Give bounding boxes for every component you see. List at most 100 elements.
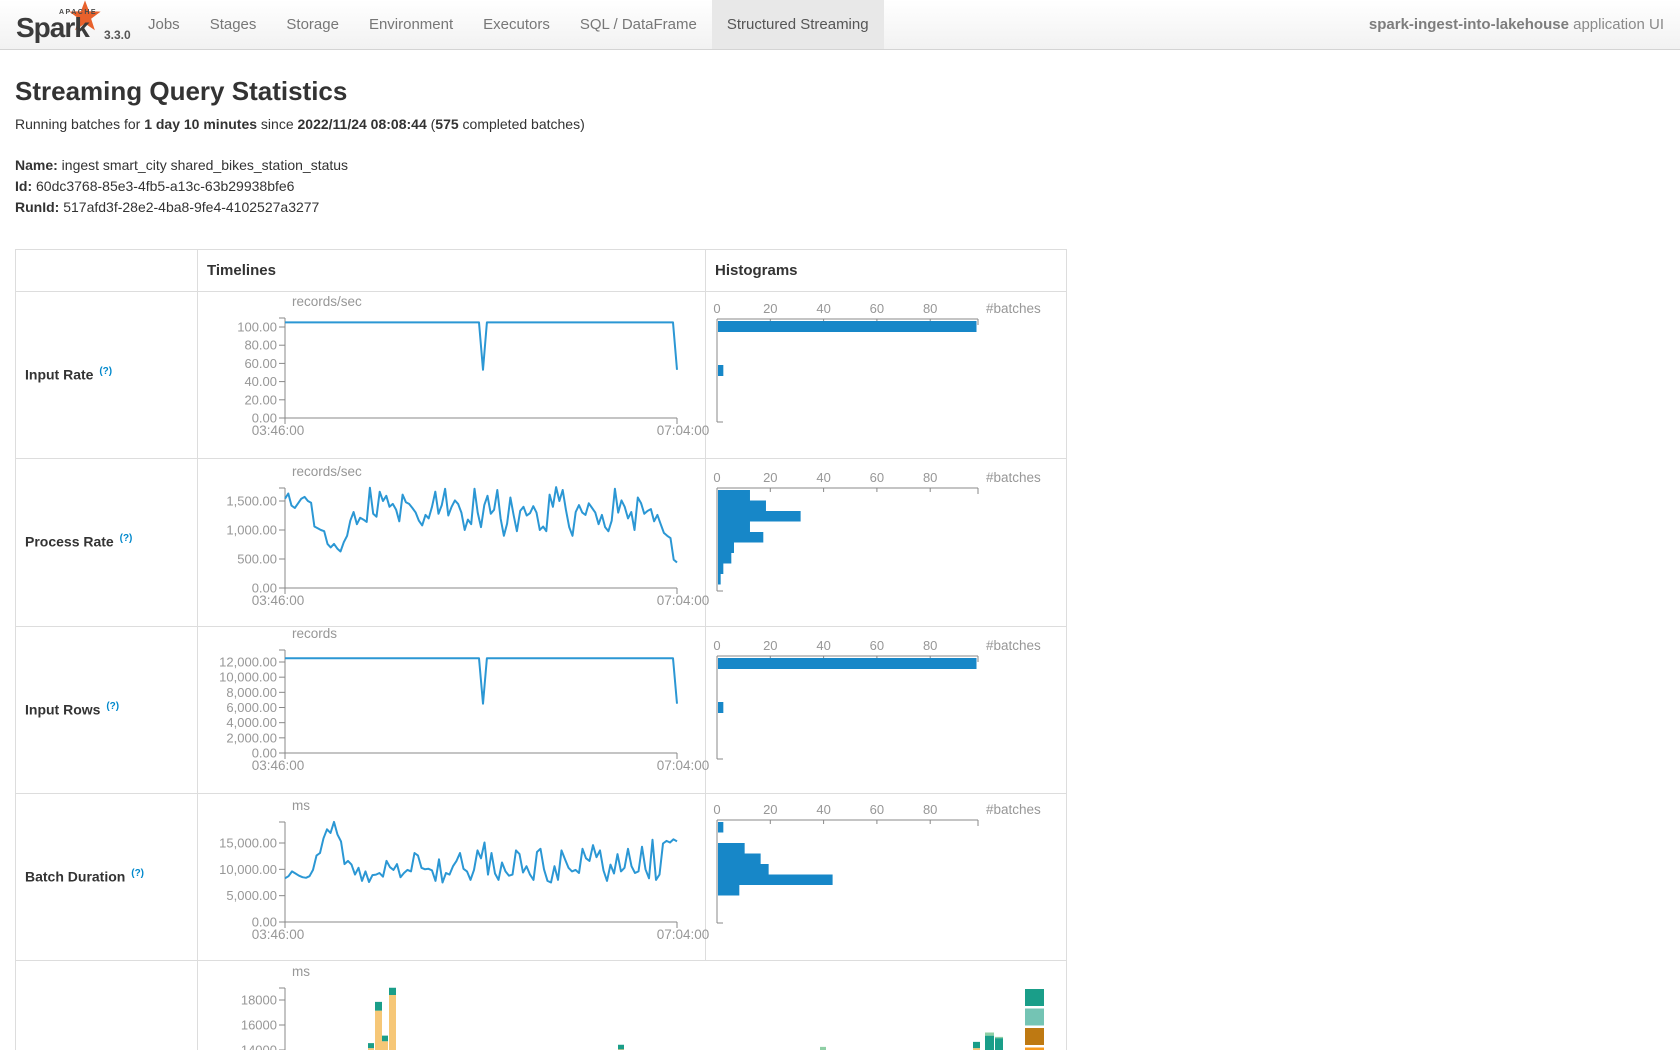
hist-x-tick-label: 80: [923, 638, 937, 653]
y-tick-label: 0.00: [252, 581, 277, 596]
row-label-input-rate: Input Rate (?): [25, 366, 112, 383]
table-border: [15, 249, 1066, 250]
row-label-text: Input Rate: [25, 366, 93, 382]
timeline-batch-duration: ms15,000.0010,000.005,000.000.0003:46:00…: [219, 798, 709, 942]
y-tick-label: 1,500.00: [226, 494, 277, 509]
running-batches-line: Running batches for 1 day 10 minutes sin…: [15, 116, 585, 132]
y-tick-label: 500.00: [237, 552, 277, 567]
tab-structured-streaming[interactable]: Structured Streaming: [712, 0, 884, 49]
help-link[interactable]: (?): [120, 533, 133, 544]
table-border: [15, 626, 1066, 627]
page-title: Streaming Query Statistics: [15, 76, 347, 107]
column-header-timelines: Timelines: [207, 262, 276, 279]
row-label-text: Batch Duration: [25, 868, 125, 884]
y-tick-label: 0.00: [252, 411, 277, 426]
hist-x-tick-label: 60: [870, 301, 884, 316]
y-tick-label: 1,000.00: [226, 523, 277, 538]
unit-label: ms: [292, 964, 310, 979]
tab-sql-dataframe[interactable]: SQL / DataFrame: [565, 0, 712, 49]
legend-swatch-2: [1025, 1028, 1044, 1045]
timeline-process-rate: records/sec1,500.001,000.00500.000.0003:…: [226, 464, 709, 608]
table-border: [197, 249, 198, 1050]
app-title: spark-ingest-into-lakehouse application …: [1369, 0, 1664, 49]
y-tick-label: 20.00: [244, 392, 277, 407]
running-prefix: Running batches for: [15, 116, 144, 132]
y-tick-label: 12,000.00: [219, 655, 277, 670]
field-value: ingest smart_city shared_bikes_station_s…: [58, 157, 348, 173]
x-tick-label: 07:04:00: [657, 593, 710, 608]
help-link[interactable]: (?): [131, 868, 144, 879]
running-since: since: [257, 116, 297, 132]
hist-x-tick-label: 60: [870, 802, 884, 817]
y-tick-label: 2,000.00: [226, 730, 277, 745]
field-id: Id: 60dc3768-85e3-4fb5-a13c-63b29938bfe6: [15, 176, 348, 197]
tab-stages[interactable]: Stages: [195, 0, 272, 49]
hist-x-tick-label: 40: [816, 638, 830, 653]
y-tick-label: 40.00: [244, 374, 277, 389]
hist-axis-label: #batches: [986, 802, 1041, 817]
histogram-batch-duration: 020406080#batches: [713, 802, 1041, 923]
tab-storage[interactable]: Storage: [271, 0, 354, 49]
field-name: Name: ingest smart_city shared_bikes_sta…: [15, 155, 348, 176]
field-value: 517afd3f-28e2-4ba8-9fe4-4102527a3277: [59, 199, 319, 215]
tab-environment[interactable]: Environment: [354, 0, 468, 49]
running-start-time: 2022/11/24 08:08:44: [298, 116, 427, 132]
row-label-text: Process Rate: [25, 534, 114, 550]
x-tick-label: 03:46:00: [252, 593, 305, 608]
hist-x-tick-label: 40: [816, 802, 830, 817]
hist-x-tick-label: 0: [713, 802, 720, 817]
hist-x-tick-label: 60: [870, 470, 884, 485]
running-paren-open: (: [427, 116, 436, 132]
y-tick-label: 100.00: [237, 320, 277, 335]
histogram-input-rate: 020406080#batches: [713, 301, 1041, 422]
histogram-input-rows: 020406080#batches: [713, 638, 1041, 759]
hist-axis-label: #batches: [986, 470, 1041, 485]
hist-axis-label: #batches: [986, 638, 1041, 653]
hist-x-tick-label: 0: [713, 470, 720, 485]
table-border: [15, 291, 1066, 292]
row-label-input-rows: Input Rows (?): [25, 701, 119, 718]
y-tick-label: 18000: [241, 993, 277, 1008]
table-border: [15, 458, 1066, 459]
hist-x-tick-label: 20: [763, 470, 777, 485]
x-tick-label: 03:46:00: [252, 758, 305, 773]
app-name: spark-ingest-into-lakehouse: [1369, 16, 1569, 33]
tab-jobs[interactable]: Jobs: [133, 0, 195, 49]
timeline-operation-duration: ms180001600014000: [241, 964, 1044, 1050]
y-tick-label: 8,000.00: [226, 685, 277, 700]
tab-executors[interactable]: Executors: [468, 0, 565, 49]
hist-axis-label: #batches: [986, 301, 1041, 316]
x-tick-label: 03:46:00: [252, 927, 305, 942]
timeline-input-rows: records12,000.0010,000.008,000.006,000.0…: [219, 626, 709, 773]
y-tick-label: 4,000.00: [226, 715, 277, 730]
hist-x-tick-label: 0: [713, 638, 720, 653]
field-label: Id:: [15, 178, 32, 194]
unit-label: records/sec: [292, 294, 362, 309]
table-border: [1066, 249, 1067, 1050]
y-tick-label: 10,000.00: [219, 670, 277, 685]
field-value: 60dc3768-85e3-4fb5-a13c-63b29938bfe6: [32, 178, 294, 194]
y-tick-label: 0.00: [252, 915, 277, 930]
hist-x-tick-label: 80: [923, 301, 937, 316]
field-runid: RunId: 517afd3f-28e2-4ba8-9fe4-4102527a3…: [15, 197, 348, 218]
x-tick-label: 07:04:00: [657, 758, 710, 773]
legend-swatch-0: [1025, 989, 1044, 1006]
table-border: [705, 249, 706, 960]
hist-x-tick-label: 40: [816, 470, 830, 485]
y-tick-label: 5,000.00: [226, 888, 277, 903]
help-link[interactable]: (?): [99, 366, 112, 377]
spark-logo[interactable]: APACHE Spark 3.3.0: [12, 2, 137, 47]
legend-swatch-1: [1025, 1009, 1044, 1026]
table-border: [15, 793, 1066, 794]
table-border: [15, 249, 16, 1050]
nav-tabs: JobsStagesStorageEnvironmentExecutorsSQL…: [133, 0, 884, 49]
logo-version: 3.3.0: [104, 28, 131, 42]
y-tick-label: 60.00: [244, 356, 277, 371]
help-link[interactable]: (?): [106, 701, 119, 712]
row-label-process-rate: Process Rate (?): [25, 533, 132, 550]
histogram-process-rate: 020406080#batches: [713, 470, 1041, 591]
hist-x-tick-label: 80: [923, 802, 937, 817]
y-tick-label: 15,000.00: [219, 835, 277, 850]
field-label: Name:: [15, 157, 58, 173]
y-tick-label: 0.00: [252, 746, 277, 761]
